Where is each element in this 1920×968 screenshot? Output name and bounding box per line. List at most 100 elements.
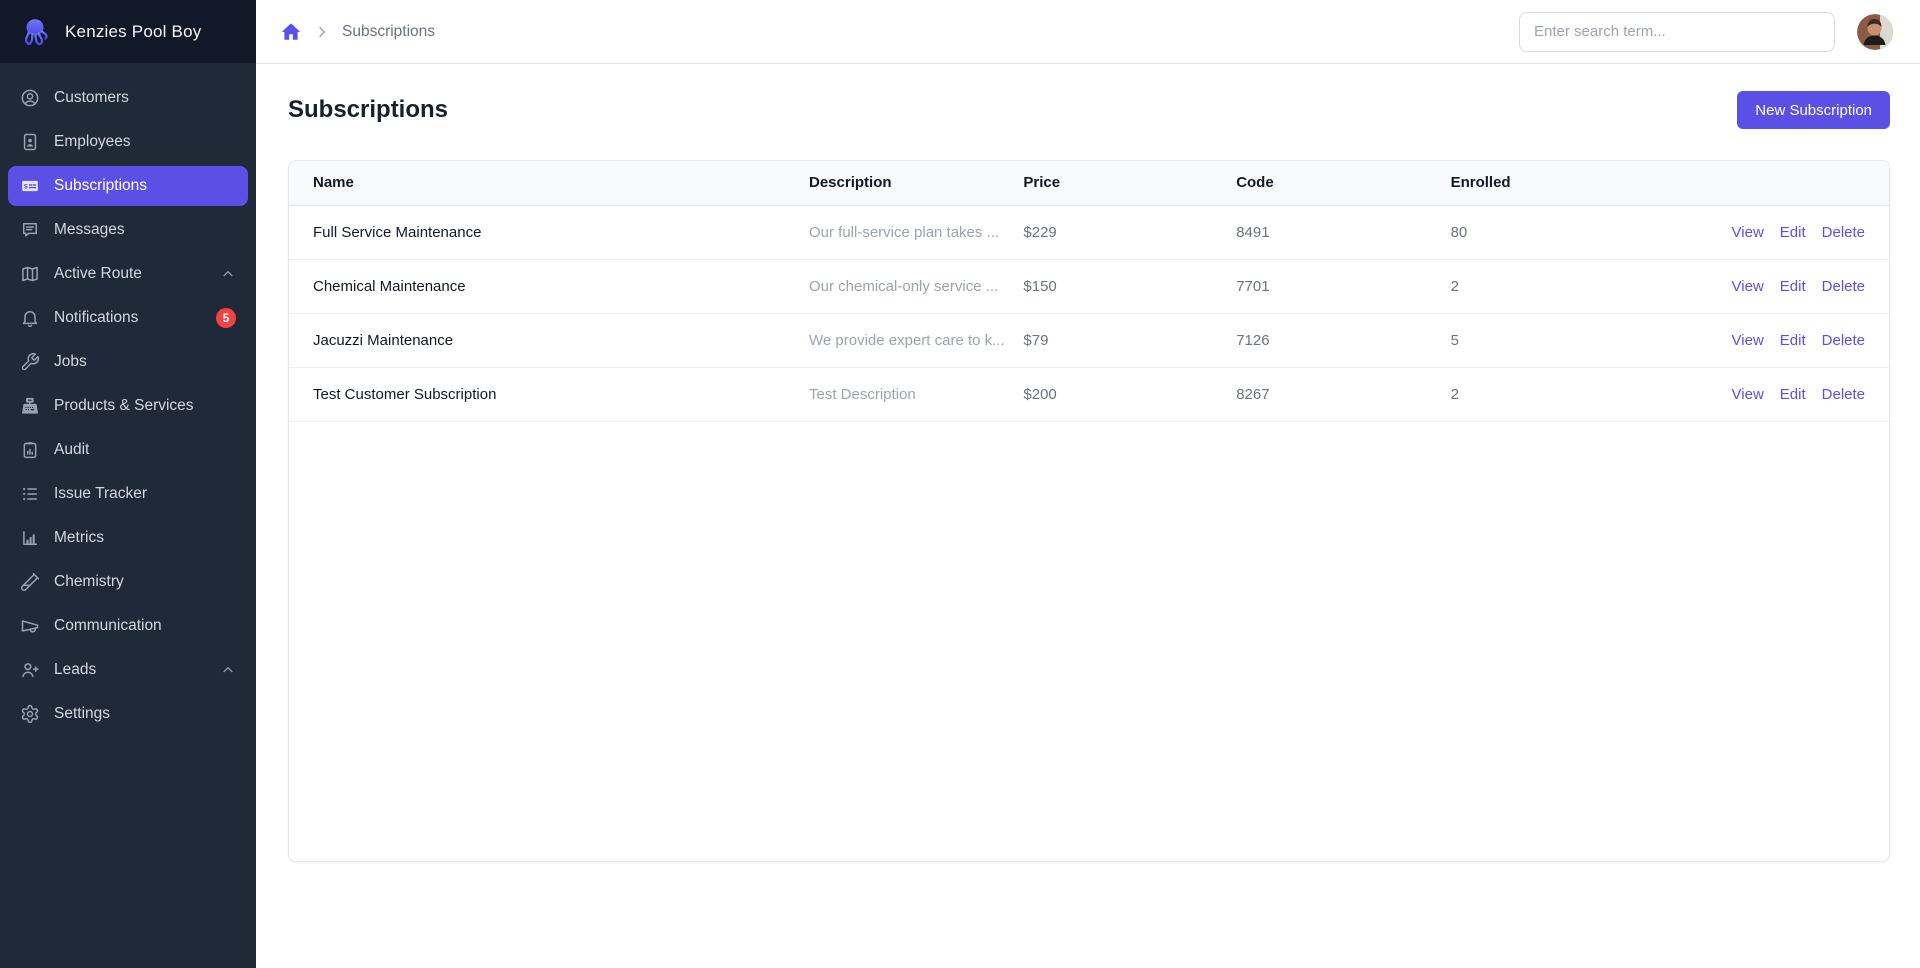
cell-price: $150 <box>1023 259 1236 313</box>
sidebar-item-label: Employees <box>54 133 131 151</box>
sidebar-item-products-services[interactable]: Products & Services <box>8 386 248 426</box>
svg-text:$: $ <box>24 184 28 191</box>
column-header-description: Description <box>809 161 1023 205</box>
sidebar: Kenzies Pool Boy Customers Employees $ Subs… <box>0 0 256 968</box>
sidebar-item-label: Audit <box>54 441 89 459</box>
sidebar-item-subscriptions[interactable]: $ Subscriptions <box>8 166 248 206</box>
sidebar-item-label: Jobs <box>54 353 87 371</box>
sidebar-item-label: Active Route <box>54 265 142 283</box>
cell-name: Chemical Maintenance <box>289 259 809 313</box>
cell-actions: View Edit Delete <box>1692 205 1889 259</box>
list-icon <box>20 484 40 504</box>
money-check-icon: $ <box>20 176 40 196</box>
column-header-actions <box>1692 161 1889 205</box>
sidebar-item-audit[interactable]: Audit <box>8 430 248 470</box>
sidebar-item-chemistry[interactable]: Chemistry <box>8 562 248 602</box>
edit-link[interactable]: Edit <box>1780 278 1806 295</box>
content-header: Subscriptions New Subscription <box>288 90 1890 130</box>
cell-code: 8491 <box>1236 205 1450 259</box>
cell-enrolled: 2 <box>1451 367 1693 421</box>
delete-link[interactable]: Delete <box>1822 386 1865 403</box>
view-link[interactable]: View <box>1732 278 1764 295</box>
sidebar-item-label: Subscriptions <box>54 177 147 195</box>
sidebar-item-label: Customers <box>54 89 129 107</box>
cell-code: 7701 <box>1236 259 1450 313</box>
sidebar-item-label: Leads <box>54 661 96 679</box>
wrench-icon <box>20 352 40 372</box>
subscriptions-table-card: NameDescriptionPriceCodeEnrolled Full Se… <box>288 160 1890 862</box>
page-title: Subscriptions <box>288 96 448 124</box>
bell-icon <box>20 308 40 328</box>
cell-price: $79 <box>1023 313 1236 367</box>
octopus-icon <box>18 15 52 49</box>
sidebar-item-employees[interactable]: Employees <box>8 122 248 162</box>
sidebar-item-notifications[interactable]: Notifications 5 <box>8 298 248 338</box>
breadcrumb: Subscriptions <box>280 21 435 43</box>
user-circle-icon <box>20 88 40 108</box>
sidebar-nav: Customers Employees $ Subscriptions Messages… <box>0 64 256 752</box>
sidebar-item-jobs[interactable]: Jobs <box>8 342 248 382</box>
sidebar-item-metrics[interactable]: Metrics <box>8 518 248 558</box>
sidebar-item-label: Communication <box>54 617 162 635</box>
sidebar-item-label: Chemistry <box>54 573 124 591</box>
cell-code: 8267 <box>1236 367 1450 421</box>
cell-actions: View Edit Delete <box>1692 313 1889 367</box>
table-body: Full Service MaintenanceOur full-service… <box>289 205 1889 421</box>
delete-link[interactable]: Delete <box>1822 278 1865 295</box>
cell-enrolled: 2 <box>1451 259 1693 313</box>
view-link[interactable]: View <box>1732 386 1764 403</box>
cell-name: Jacuzzi Maintenance <box>289 313 809 367</box>
clipboard-chart-icon <box>20 440 40 460</box>
chevron-up-icon[interactable] <box>220 662 236 678</box>
table-row: Jacuzzi MaintenanceWe provide expert car… <box>289 313 1889 367</box>
sidebar-item-leads[interactable]: Leads <box>8 650 248 690</box>
delete-link[interactable]: Delete <box>1822 332 1865 349</box>
id-badge-icon <box>20 132 40 152</box>
table-header-row: NameDescriptionPriceCodeEnrolled <box>289 161 1889 205</box>
sidebar-item-label: Notifications <box>54 309 138 327</box>
cell-description: We provide expert care to k... <box>809 313 1023 367</box>
sidebar-item-label: Issue Tracker <box>54 485 147 503</box>
sidebar-item-settings[interactable]: Settings <box>8 694 248 734</box>
view-link[interactable]: View <box>1732 224 1764 241</box>
edit-link[interactable]: Edit <box>1780 332 1806 349</box>
sidebar-item-active-route[interactable]: Active Route <box>8 254 248 294</box>
main-column: Subscriptions Subscriptions <box>256 0 1920 968</box>
cell-description: Test Description <box>809 367 1023 421</box>
gear-icon <box>20 704 40 724</box>
sidebar-item-label: Messages <box>54 221 125 239</box>
cash-register-icon <box>20 396 40 416</box>
test-tube-icon <box>20 572 40 592</box>
table-row: Test Customer SubscriptionTest Descripti… <box>289 367 1889 421</box>
notification-count-badge: 5 <box>216 308 236 328</box>
cell-enrolled: 5 <box>1451 313 1693 367</box>
user-avatar[interactable] <box>1857 14 1893 50</box>
sidebar-item-label: Settings <box>54 705 110 723</box>
edit-link[interactable]: Edit <box>1780 224 1806 241</box>
search-input[interactable] <box>1519 12 1835 52</box>
megaphone-icon <box>20 616 40 636</box>
subscriptions-table: NameDescriptionPriceCodeEnrolled Full Se… <box>289 161 1889 422</box>
edit-link[interactable]: Edit <box>1780 386 1806 403</box>
new-subscription-button[interactable]: New Subscription <box>1737 91 1890 129</box>
sidebar-item-issue-tracker[interactable]: Issue Tracker <box>8 474 248 514</box>
column-header-enrolled: Enrolled <box>1451 161 1693 205</box>
sidebar-item-communication[interactable]: Communication <box>8 606 248 646</box>
delete-link[interactable]: Delete <box>1822 224 1865 241</box>
sidebar-item-label: Metrics <box>54 529 104 547</box>
view-link[interactable]: View <box>1732 332 1764 349</box>
cell-name: Test Customer Subscription <box>289 367 809 421</box>
sidebar-item-customers[interactable]: Customers <box>8 78 248 118</box>
column-header-name: Name <box>289 161 809 205</box>
sidebar-item-messages[interactable]: Messages <box>8 210 248 250</box>
chevron-right-icon <box>314 24 330 40</box>
cell-name: Full Service Maintenance <box>289 205 809 259</box>
cell-actions: View Edit Delete <box>1692 367 1889 421</box>
breadcrumb-current: Subscriptions <box>342 23 435 41</box>
home-icon[interactable] <box>280 21 302 43</box>
message-icon <box>20 220 40 240</box>
table-row: Chemical MaintenanceOur chemical-only se… <box>289 259 1889 313</box>
table-row: Full Service MaintenanceOur full-service… <box>289 205 1889 259</box>
chevron-up-icon[interactable] <box>220 266 236 282</box>
app-name: Kenzies Pool Boy <box>65 22 201 42</box>
